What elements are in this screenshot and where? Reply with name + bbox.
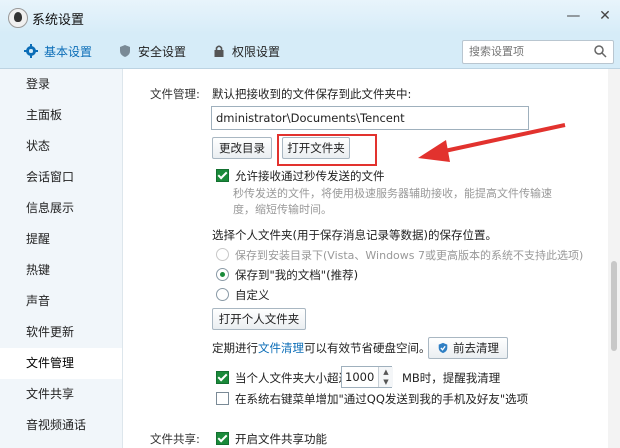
sidebar-item-sound[interactable]: 声音 (0, 286, 122, 317)
scrollbar-thumb[interactable] (611, 261, 617, 351)
change-directory-button[interactable]: 更改目录 (212, 137, 272, 159)
search-icon[interactable] (593, 44, 607, 58)
window-controls: — ✕ (554, 8, 614, 24)
size-limit-stepper[interactable]: ▲ ▼ (378, 367, 393, 387)
seconds-transfer-desc-line2: 度，缩短传输时间。 (233, 203, 332, 216)
personal-folder-description: 选择个人文件夹(用于保存消息记录等数据)的保存位置。 (212, 228, 497, 242)
sidebar-item-software-update[interactable]: 软件更新 (0, 317, 122, 348)
file-cleanup-link[interactable]: 文件清理 (258, 341, 304, 355)
cleanup-text: 定期进行文件清理可以有效节省硬盘空间。 (212, 341, 431, 355)
tab-security-settings[interactable]: 安全设置 (118, 43, 186, 60)
sidebar-item-main-panel[interactable]: 主面板 (0, 100, 122, 131)
tab-permission-settings[interactable]: 权限设置 (212, 43, 280, 60)
sidebar-item-info-display[interactable]: 信息展示 (0, 193, 122, 224)
window-title: 系统设置 (32, 13, 85, 28)
search-input[interactable] (463, 41, 595, 61)
context-menu-option[interactable]: 在系统右键菜单增加"通过QQ发送到我的手机及好友"选项 (216, 391, 528, 407)
sidebar-item-status[interactable]: 状态 (0, 131, 122, 162)
settings-tabs: 基本设置 安全设置 权限设置 (0, 34, 620, 69)
sidebar-item-av-calls[interactable]: 音视频通话 (0, 410, 122, 441)
minimize-icon[interactable]: — (564, 8, 582, 24)
content-scrollbar[interactable] (608, 69, 620, 448)
size-reminder-suffix: MB时，提醒我清理 (402, 371, 501, 385)
my-documents-radio[interactable] (216, 268, 229, 281)
tab-basic-settings[interactable]: 基本设置 (24, 43, 92, 60)
file-sharing-label: 文件共享: (150, 432, 200, 446)
close-icon[interactable]: ✕ (596, 8, 614, 24)
lock-icon (214, 45, 224, 57)
stepper-up-icon[interactable]: ▲ (379, 367, 393, 377)
sidebar-item-file-sharing[interactable]: 文件共享 (0, 379, 122, 410)
highlight-box (277, 134, 377, 166)
sidebar-item-hotkeys[interactable]: 热键 (0, 255, 122, 286)
stepper-down-icon[interactable]: ▼ (379, 377, 393, 387)
go-cleanup-button[interactable]: 前去清理 (428, 337, 508, 359)
qq-penguin-icon (8, 8, 28, 28)
size-reminder-option[interactable]: 当个人文件夹大小超过 (216, 370, 350, 386)
file-management-label: 文件管理: (150, 87, 200, 101)
red-arrow-annotation (418, 123, 566, 162)
option-custom[interactable]: 自定义 (216, 287, 270, 303)
allow-seconds-transfer-checkbox[interactable] (216, 169, 229, 182)
gear-icon (24, 44, 38, 58)
install-dir-radio (216, 248, 229, 261)
sidebar-item-login[interactable]: 登录 (0, 69, 122, 100)
settings-search (462, 40, 614, 64)
shield-check-icon (438, 342, 448, 354)
shield-icon (120, 45, 130, 57)
context-menu-checkbox[interactable] (216, 392, 229, 405)
custom-radio[interactable] (216, 288, 229, 301)
seconds-transfer-desc-line1: 秒传发送的文件，将使用极速服务器辅助接收，能提高文件传输速 (233, 187, 552, 200)
allow-seconds-transfer-option[interactable]: 允许接收通过秒传发送的文件 (216, 168, 385, 184)
sidebar-item-chat-window[interactable]: 会话窗口 (0, 162, 122, 193)
save-location-description: 默认把接收到的文件保存到此文件夹中: (212, 87, 412, 101)
option-install-dir: 保存到安装目录下(Vista、Windows 7或更高版本的系统不支持此选项) (216, 247, 583, 263)
open-personal-folder-button[interactable]: 打开个人文件夹 (212, 308, 306, 330)
title-bar: 系统设置 — ✕ (0, 0, 620, 34)
sidebar-item-reminders[interactable]: 提醒 (0, 224, 122, 255)
size-reminder-checkbox[interactable] (216, 371, 229, 384)
option-my-documents[interactable]: 保存到"我的文档"(推荐) (216, 267, 358, 283)
sidebar-item-file-management[interactable]: 文件管理 (0, 348, 122, 379)
enable-file-sharing-option[interactable]: 开启文件共享功能 (216, 431, 327, 447)
enable-file-sharing-checkbox[interactable] (216, 432, 229, 445)
settings-sidebar: 登录 主面板 状态 会话窗口 信息展示 提醒 热键 声音 软件更新 文件管理 文… (0, 69, 123, 448)
